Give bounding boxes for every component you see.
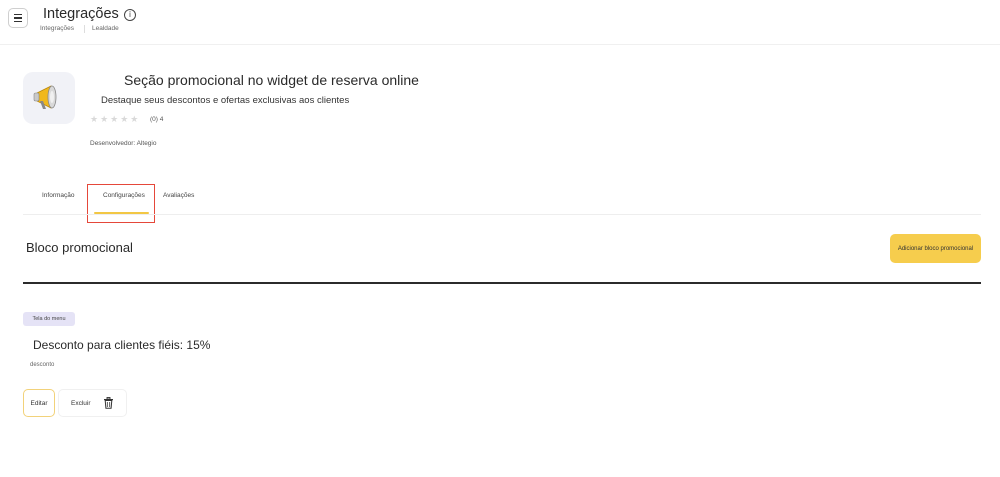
breadcrumb-integracoes[interactable]: Integrações <box>40 25 74 32</box>
tab-highlight-box <box>87 184 155 223</box>
breadcrumb-lealdade[interactable]: Lealdade <box>92 25 119 32</box>
megaphone-icon <box>33 85 57 109</box>
app-title: Seção promocional no widget de reserva o… <box>124 72 419 88</box>
section-title: Bloco promocional <box>26 240 133 255</box>
breadcrumb-separator <box>84 25 85 33</box>
edit-button[interactable]: Editar <box>23 389 55 417</box>
delete-button-label: Excluir <box>71 399 91 407</box>
status-badge: Tela do menu <box>23 312 75 326</box>
tab-informacao[interactable]: Informação <box>42 192 75 199</box>
app-subtitle: Destaque seus descontos e ofertas exclus… <box>101 95 350 106</box>
header-divider <box>0 44 1000 45</box>
promo-title: Desconto para clientes fiéis: 15% <box>33 338 211 352</box>
rating-stars: ★★★★★ <box>90 114 141 124</box>
hamburger-icon <box>14 13 22 23</box>
tab-avaliacoes[interactable]: Avaliações <box>163 192 194 199</box>
app-icon <box>23 72 75 124</box>
rating-count: (0) 4 <box>150 116 164 123</box>
tabs-divider <box>23 214 981 215</box>
tab-configuracoes[interactable]: Configurações <box>103 192 145 199</box>
menu-button[interactable] <box>8 8 28 28</box>
trash-icon <box>103 397 113 409</box>
add-promo-block-button[interactable]: Adicionar bloco promocional <box>890 234 981 263</box>
promo-type: desconto <box>30 362 55 368</box>
info-icon[interactable]: i <box>124 9 136 21</box>
page-title: Integrações <box>43 6 119 22</box>
delete-button[interactable]: Excluir <box>58 389 127 417</box>
section-divider <box>23 282 981 284</box>
developer-label: Desenvolvedor: Altegio <box>90 140 157 147</box>
